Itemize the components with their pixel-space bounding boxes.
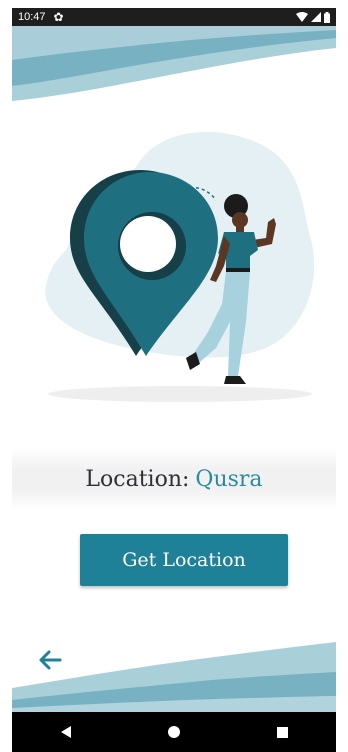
status-time: 10:47 — [18, 11, 46, 23]
wifi-icon — [296, 12, 308, 22]
status-bar: 10:47 ✿ — [12, 8, 336, 26]
get-location-button[interactable]: Get Location — [80, 534, 288, 586]
system-navigation-bar — [12, 712, 336, 752]
location-display: Location: Qusra — [12, 448, 336, 510]
app-screen: 10:47 ✿ Location: Qusra Get Location — [0, 0, 348, 752]
location-illustration — [45, 132, 315, 402]
signal-icon — [311, 12, 321, 22]
location-value: Qusra — [195, 466, 263, 492]
back-triangle-icon[interactable] — [46, 717, 86, 747]
arrow-left-icon[interactable] — [36, 646, 64, 674]
home-circle-icon[interactable] — [154, 717, 194, 747]
location-label: Location: — [85, 466, 190, 492]
settings-gear-icon: ✿ — [53, 10, 64, 24]
battery-icon — [324, 11, 330, 23]
top-wave-decoration — [12, 26, 336, 101]
status-icons — [296, 11, 330, 23]
recents-square-icon[interactable] — [262, 717, 302, 747]
